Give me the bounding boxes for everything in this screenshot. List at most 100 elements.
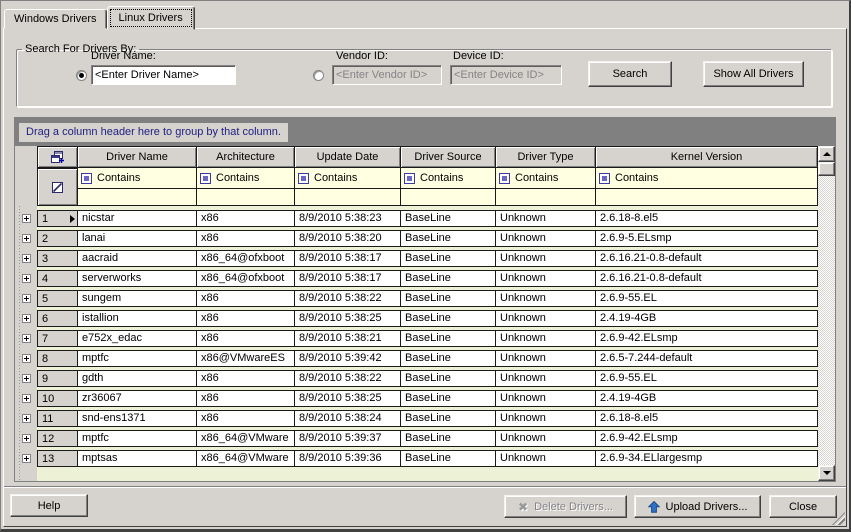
driver-name-cell[interactable]: nicstar [78, 210, 197, 227]
row-header-cell[interactable]: 4 [37, 270, 78, 287]
expand-icon[interactable] [22, 214, 31, 223]
driver-source-cell[interactable]: BaseLine [401, 270, 496, 287]
driver-source-cell[interactable]: BaseLine [401, 450, 496, 467]
filter-operator-cell[interactable]: Contains [295, 168, 401, 189]
architecture-cell[interactable]: x86_64@VMware [197, 450, 295, 467]
architecture-cell[interactable]: x86 [197, 290, 295, 307]
driver-source-cell[interactable]: BaseLine [401, 370, 496, 387]
update-date-cell[interactable]: 8/9/2010 5:38:20 [295, 230, 401, 247]
expand-icon[interactable] [22, 434, 31, 443]
filter-input-cell[interactable] [78, 189, 197, 206]
vendor-device-radio[interactable] [313, 70, 324, 81]
table-row[interactable]: 8 mptfc x86@VMwareES 8/9/2010 5:39:42 Ba… [15, 350, 818, 367]
driver-name-cell[interactable]: mptfc [78, 350, 197, 367]
table-row[interactable]: 3 aacraid x86_64@ofxboot 8/9/2010 5:38:1… [15, 250, 818, 267]
driver-type-cell[interactable]: Unknown [496, 270, 596, 287]
update-date-cell[interactable]: 8/9/2010 5:39:36 [295, 450, 401, 467]
kernel-version-cell[interactable]: 2.4.19-4GB [596, 310, 818, 327]
update-date-cell[interactable]: 8/9/2010 5:38:25 [295, 310, 401, 327]
filter-operator-cell[interactable]: Contains [78, 168, 197, 189]
driver-name-radio[interactable] [76, 70, 87, 81]
driver-type-cell[interactable]: Unknown [496, 330, 596, 347]
architecture-cell[interactable]: x86 [197, 330, 295, 347]
table-row[interactable]: 10 zr36067 x86 8/9/2010 5:38:25 BaseLine… [15, 390, 818, 407]
vendor-id-input[interactable] [332, 65, 442, 85]
kernel-version-cell[interactable]: 2.6.9-5.ELsmp [596, 230, 818, 247]
architecture-cell[interactable]: x86 [197, 210, 295, 227]
driver-type-cell[interactable]: Unknown [496, 390, 596, 407]
driver-type-cell[interactable]: Unknown [496, 430, 596, 447]
column-header[interactable]: Driver Source [401, 146, 496, 168]
driver-source-cell[interactable]: BaseLine [401, 210, 496, 227]
row-header-cell[interactable]: 3 [37, 250, 78, 267]
driver-source-cell[interactable]: BaseLine [401, 430, 496, 447]
driver-source-cell[interactable]: BaseLine [401, 330, 496, 347]
architecture-cell[interactable]: x86 [197, 410, 295, 427]
filter-operator-cell[interactable]: Contains [596, 168, 818, 189]
row-header-cell[interactable]: 6 [37, 310, 78, 327]
architecture-cell[interactable]: x86 [197, 390, 295, 407]
kernel-version-cell[interactable]: 2.6.9-42.ELsmp [596, 330, 818, 347]
update-date-cell[interactable]: 8/9/2010 5:38:17 [295, 270, 401, 287]
row-header-cell[interactable]: 13 [37, 450, 78, 467]
driver-type-cell[interactable]: Unknown [496, 210, 596, 227]
device-id-input[interactable] [450, 65, 562, 85]
expand-icon[interactable] [22, 254, 31, 263]
driver-source-cell[interactable]: BaseLine [401, 310, 496, 327]
kernel-version-cell[interactable]: 2.6.9-55.EL [596, 290, 818, 307]
filter-operator-cell[interactable]: Contains [197, 168, 295, 189]
driver-name-cell[interactable]: e752x_edac [78, 330, 197, 347]
expand-icon[interactable] [22, 414, 31, 423]
driver-name-cell[interactable]: mptfc [78, 430, 197, 447]
architecture-cell[interactable]: x86_64@ofxboot [197, 250, 295, 267]
driver-name-cell[interactable]: snd-ens1371 [78, 410, 197, 427]
expand-icon[interactable] [22, 294, 31, 303]
architecture-cell[interactable]: x86_64@VMware [197, 430, 295, 447]
table-row[interactable]: 7 e752x_edac x86 8/9/2010 5:38:21 BaseLi… [15, 330, 818, 347]
driver-type-cell[interactable]: Unknown [496, 250, 596, 267]
kernel-version-cell[interactable]: 2.6.9-55.EL [596, 370, 818, 387]
column-header[interactable]: Architecture [197, 146, 295, 168]
vertical-scrollbar[interactable] [818, 146, 835, 481]
table-row[interactable]: 9 gdth x86 8/9/2010 5:38:22 BaseLine Unk… [15, 370, 818, 387]
filter-operator-cell[interactable]: Contains [496, 168, 596, 189]
driver-type-cell[interactable]: Unknown [496, 350, 596, 367]
architecture-cell[interactable]: x86 [197, 230, 295, 247]
driver-type-cell[interactable]: Unknown [496, 450, 596, 467]
kernel-version-cell[interactable]: 2.6.16.21-0.8-default [596, 270, 818, 287]
kernel-version-cell[interactable]: 2.6.18-8.el5 [596, 210, 818, 227]
scrollbar-track[interactable] [818, 176, 835, 465]
driver-source-cell[interactable]: BaseLine [401, 290, 496, 307]
update-date-cell[interactable]: 8/9/2010 5:39:42 [295, 350, 401, 367]
update-date-cell[interactable]: 8/9/2010 5:38:17 [295, 250, 401, 267]
kernel-version-cell[interactable]: 2.6.9-42.ELsmp [596, 430, 818, 447]
kernel-version-cell[interactable]: 2.6.9-34.ELlargesmp [596, 450, 818, 467]
row-header-cell[interactable]: 1 [37, 210, 78, 227]
table-row[interactable]: 11 snd-ens1371 x86 8/9/2010 5:38:24 Base… [15, 410, 818, 427]
filter-input-cell[interactable] [401, 189, 496, 206]
close-button[interactable]: Close [769, 495, 837, 518]
update-date-cell[interactable]: 8/9/2010 5:39:37 [295, 430, 401, 447]
row-header-cell[interactable]: 11 [37, 410, 78, 427]
table-row[interactable]: 5 sungem x86 8/9/2010 5:38:22 BaseLine U… [15, 290, 818, 307]
filter-input-cell[interactable] [197, 189, 295, 206]
row-header-cell[interactable]: 7 [37, 330, 78, 347]
driver-name-cell[interactable]: lanai [78, 230, 197, 247]
kernel-version-cell[interactable]: 2.6.16.21-0.8-default [596, 250, 818, 267]
driver-source-cell[interactable]: BaseLine [401, 350, 496, 367]
table-row[interactable]: 2 lanai x86 8/9/2010 5:38:20 BaseLine Un… [15, 230, 818, 247]
table-row[interactable]: 1 nicstar x86 8/9/2010 5:38:23 BaseLine … [15, 210, 818, 227]
expand-icon[interactable] [22, 334, 31, 343]
driver-name-cell[interactable]: mptsas [78, 450, 197, 467]
scroll-down-button[interactable] [818, 465, 835, 481]
architecture-cell[interactable]: x86_64@ofxboot [197, 270, 295, 287]
expand-icon[interactable] [22, 394, 31, 403]
driver-name-input[interactable] [91, 65, 236, 85]
expand-icon[interactable] [22, 274, 31, 283]
driver-name-cell[interactable]: serverworks [78, 270, 197, 287]
column-header[interactable]: Update Date [295, 146, 401, 168]
filter-input-cell[interactable] [596, 189, 818, 206]
table-row[interactable]: 13 mptsas x86_64@VMware 8/9/2010 5:39:36… [15, 450, 818, 467]
driver-type-cell[interactable]: Unknown [496, 230, 596, 247]
search-button[interactable]: Search [588, 61, 672, 87]
